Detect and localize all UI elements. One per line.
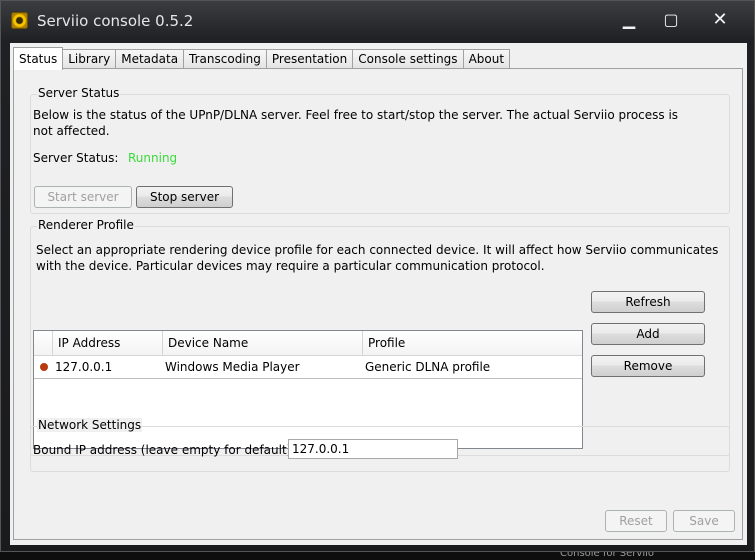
device-status-indicator [40,363,48,371]
ip-address-column-header[interactable]: IP Address [53,331,163,355]
reset-button[interactable]: Reset [605,510,667,532]
tab-bar: Status Library Metadata Transcoding Pres… [13,47,511,70]
tab-transcoding[interactable]: Transcoding [184,49,267,69]
renderer-profile-description: Select an appropriate rendering device p… [36,243,719,273]
remove-button[interactable]: Remove [591,355,705,377]
table-row[interactable]: 127.0.0.1 Windows Media Player Generic D… [34,356,582,379]
save-button[interactable]: Save [673,510,735,532]
stop-server-button[interactable]: Stop server [136,186,233,208]
tab-library[interactable]: Library [63,49,117,69]
row-profile[interactable]: Generic DLNA profile [363,356,490,378]
row-device-name: Windows Media Player [165,360,300,374]
profile-column-header[interactable]: Profile [363,331,582,355]
row-ip-address: 127.0.0.1 [55,360,113,374]
bound-ip-input[interactable] [288,439,458,459]
status-tab-panel: Server Status Below is the status of the… [13,68,743,540]
server-status-value: Running [128,151,178,165]
window-client-area: Status Library Metadata Transcoding Pres… [10,43,747,545]
serviio-console-window: Serviio console 0.5.2 ▁ ▢ ✕ Status Libra… [0,0,755,552]
status-column-header[interactable] [34,331,53,355]
renderer-profile-title: Renderer Profile [37,218,135,232]
start-server-button[interactable]: Start server [34,186,132,208]
title-bar[interactable]: Serviio console 0.5.2 ▁ ▢ ✕ [1,1,754,41]
close-icon[interactable]: ✕ [692,8,748,32]
device-name-column-header[interactable]: Device Name [163,331,363,355]
server-status-description: Below is the status of the UPnP/DLNA ser… [33,108,679,138]
refresh-button[interactable]: Refresh [591,291,705,313]
tab-metadata[interactable]: Metadata [116,49,185,69]
tab-console-settings[interactable]: Console settings [353,49,464,69]
tab-presentation[interactable]: Presentation [266,49,354,69]
window-title: Serviio console 0.5.2 [37,12,194,30]
serviio-app-icon[interactable] [11,12,28,29]
server-status-title: Server Status [37,86,121,100]
renderer-table-header: IP Address Device Name Profile [34,331,582,356]
maximize-icon[interactable]: ▢ [650,8,692,32]
server-status-label: Server Status: [33,151,119,165]
tab-about[interactable]: About [463,49,511,69]
minimize-icon[interactable]: ▁ [608,8,650,32]
add-button[interactable]: Add [591,323,705,345]
bound-ip-label: Bound IP address (leave empty for defaul… [33,443,296,457]
window-controls: ▁ ▢ ✕ [608,8,748,34]
network-settings-title: Network Settings [37,418,143,432]
tab-status[interactable]: Status [13,47,64,70]
